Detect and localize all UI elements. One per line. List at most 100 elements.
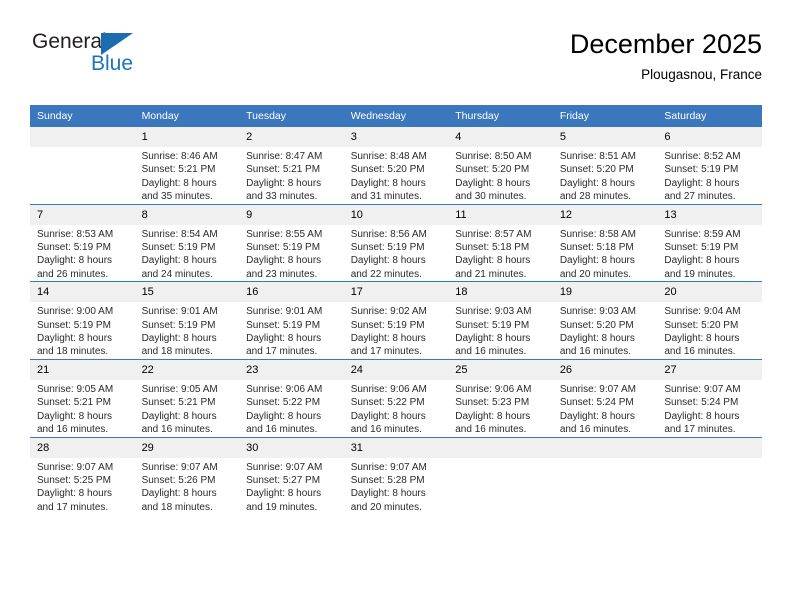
day-details: Sunrise: 9:05 AM Sunset: 5:21 PM Daylight:… xyxy=(135,380,240,437)
sunrise-text: Sunrise: 9:02 AM xyxy=(350,306,427,318)
calendar-day-cell[interactable]: 1 Sunrise: 8:46 AM Sunset: 5:21 PM Daylight… xyxy=(134,127,240,204)
day-number: 30 xyxy=(239,437,344,458)
calendar-day-cell[interactable]: 7 Sunrise: 8:53 AM Sunset: 5:19 PM Daylight… xyxy=(30,203,135,282)
calendar-day-cell[interactable]: 3 Sunrise: 8:48 AM Sunset: 5:20 PM Daylight… xyxy=(343,127,449,204)
calendar-day-cell[interactable]: 13 Sunrise: 8:59 AM Sunset: 5:19 PM Dayligh… xyxy=(657,203,762,282)
daylight-text: Daylight: 8 hours and 26 minutes. xyxy=(37,255,113,280)
day-number xyxy=(30,127,135,147)
calendar-day-cell[interactable]: 21 Sunrise: 9:05 AM Sunset: 5:21 PM Dayligh… xyxy=(30,358,135,437)
calendar-day-cell[interactable]: 4 Sunrise: 8:50 AM Sunset: 5:20 PM Daylight… xyxy=(448,127,553,204)
sunrise-text: Sunrise: 9:03 AM xyxy=(455,306,532,318)
daylight-text: Daylight: 8 hours and 35 minutes. xyxy=(141,177,217,203)
daylight-text: Daylight: 8 hours and 22 minutes. xyxy=(350,255,426,280)
day-details: Sunrise: 9:03 AM Sunset: 5:19 PM Daylight:… xyxy=(448,302,553,359)
calendar-day-cell[interactable]: 17 Sunrise: 9:02 AM Sunset: 5:19 PM Dayligh… xyxy=(343,281,449,360)
day-details: Sunrise: 8:52 AM Sunset: 5:19 PM Daylight:… xyxy=(657,147,762,204)
day-details: Sunrise: 8:50 AM Sunset: 5:20 PM Daylight:… xyxy=(448,147,553,204)
calendar-cell-empty xyxy=(448,436,553,515)
sunset-text: Sunset: 5:19 PM xyxy=(664,242,739,254)
day-number: 2 xyxy=(239,127,344,147)
daylight-text: Daylight: 8 hours and 27 minutes. xyxy=(664,177,740,203)
daylight-text: Daylight: 8 hours and 28 minutes. xyxy=(559,177,635,203)
brand-name-blue: Blue xyxy=(91,52,134,75)
sunset-text: Sunset: 5:21 PM xyxy=(246,164,321,176)
weekday-header-friday: Friday xyxy=(552,105,658,127)
brand-logo[interactable]: General Blue xyxy=(32,30,232,86)
daylight-text: Daylight: 8 hours and 17 minutes. xyxy=(350,333,426,358)
sunset-text: Sunset: 5:18 PM xyxy=(455,242,530,254)
calendar-day-cell[interactable]: 6 Sunrise: 8:52 AM Sunset: 5:19 PM Daylight… xyxy=(657,127,762,204)
weekday-header-saturday: Saturday xyxy=(657,105,762,127)
sunrise-text: Sunrise: 8:58 AM xyxy=(559,228,636,240)
day-number: 21 xyxy=(30,359,135,380)
title-block: December 2025 Plougasnou, France xyxy=(570,28,762,84)
sunset-text: Sunset: 5:20 PM xyxy=(664,319,739,331)
daylight-text: Daylight: 8 hours and 17 minutes. xyxy=(246,333,322,358)
calendar-day-cell[interactable]: 10 Sunrise: 8:56 AM Sunset: 5:19 PM Dayligh… xyxy=(343,203,449,282)
sunset-text: Sunset: 5:21 PM xyxy=(141,397,216,409)
sunset-text: Sunset: 5:19 PM xyxy=(141,319,216,331)
sunset-text: Sunset: 5:20 PM xyxy=(559,164,634,176)
daylight-text: Daylight: 8 hours and 33 minutes. xyxy=(246,177,322,203)
day-number: 9 xyxy=(239,204,344,225)
day-details: Sunrise: 9:03 AM Sunset: 5:20 PM Daylight:… xyxy=(553,302,658,359)
day-details: Sunrise: 9:04 AM Sunset: 5:20 PM Daylight:… xyxy=(657,302,762,359)
calendar-day-cell[interactable]: 8 Sunrise: 8:54 AM Sunset: 5:19 PM Daylight… xyxy=(134,203,240,282)
calendar-day-cell[interactable]: 11 Sunrise: 8:57 AM Sunset: 5:18 PM Dayligh… xyxy=(448,203,553,282)
calendar-day-cell[interactable]: 5 Sunrise: 8:51 AM Sunset: 5:20 PM Daylight… xyxy=(552,127,658,204)
day-number: 4 xyxy=(448,127,553,147)
day-details: Sunrise: 8:46 AM Sunset: 5:21 PM Daylight:… xyxy=(135,147,240,204)
calendar-day-cell[interactable]: 22 Sunrise: 9:05 AM Sunset: 5:21 PM Dayligh… xyxy=(134,358,240,437)
daylight-text: Daylight: 8 hours and 16 minutes. xyxy=(455,333,531,358)
sunrise-text: Sunrise: 9:05 AM xyxy=(37,383,114,395)
sunrise-text: Sunrise: 9:07 AM xyxy=(559,383,636,395)
day-number: 1 xyxy=(134,127,240,147)
calendar-day-cell[interactable]: 9 Sunrise: 8:55 AM Sunset: 5:19 PM Daylight… xyxy=(239,203,344,282)
calendar-day-cell[interactable]: 14 Sunrise: 9:00 AM Sunset: 5:19 PM Dayligh… xyxy=(30,281,135,360)
sunrise-text: Sunrise: 9:05 AM xyxy=(141,383,218,395)
calendar-body: 1 Sunrise: 8:46 AM Sunset: 5:21 PM Daylight… xyxy=(30,127,762,515)
calendar-day-cell[interactable]: 28 Sunrise: 9:07 AM Sunset: 5:25 PM Dayligh… xyxy=(30,436,135,515)
calendar-week-row: 7 Sunrise: 8:53 AM Sunset: 5:19 PM Daylight… xyxy=(30,203,762,282)
sunrise-text: Sunrise: 8:56 AM xyxy=(350,228,427,240)
day-details: Sunrise: 9:07 AM Sunset: 5:26 PM Daylight:… xyxy=(135,458,240,515)
calendar-day-cell[interactable]: 16 Sunrise: 9:01 AM Sunset: 5:19 PM Dayligh… xyxy=(239,281,344,360)
calendar-day-cell[interactable]: 31 Sunrise: 9:07 AM Sunset: 5:28 PM Dayligh… xyxy=(343,436,449,515)
sunrise-text: Sunrise: 8:51 AM xyxy=(559,151,636,162)
calendar-cell-empty xyxy=(30,127,135,204)
weekday-header-thursday: Thursday xyxy=(448,105,553,127)
sunset-text: Sunset: 5:20 PM xyxy=(455,164,530,176)
calendar-day-cell[interactable]: 30 Sunrise: 9:07 AM Sunset: 5:27 PM Dayligh… xyxy=(239,436,344,515)
calendar-day-cell[interactable]: 29 Sunrise: 9:07 AM Sunset: 5:26 PM Dayligh… xyxy=(134,436,240,515)
sunrise-text: Sunrise: 9:01 AM xyxy=(141,306,218,318)
day-number: 12 xyxy=(552,204,658,225)
daylight-text: Daylight: 8 hours and 23 minutes. xyxy=(246,255,322,280)
sunrise-text: Sunrise: 8:54 AM xyxy=(141,228,218,240)
day-number: 24 xyxy=(343,359,449,380)
day-number xyxy=(448,437,553,458)
calendar-day-cell[interactable]: 26 Sunrise: 9:07 AM Sunset: 5:24 PM Dayligh… xyxy=(552,358,658,437)
calendar-day-cell[interactable]: 2 Sunrise: 8:47 AM Sunset: 5:21 PM Daylight… xyxy=(239,127,344,204)
calendar-week-row: 14 Sunrise: 9:00 AM Sunset: 5:19 PM Dayligh… xyxy=(30,281,762,360)
calendar-day-cell[interactable]: 23 Sunrise: 9:06 AM Sunset: 5:22 PM Dayligh… xyxy=(239,358,344,437)
sunset-text: Sunset: 5:19 PM xyxy=(246,242,321,254)
calendar-cell-empty xyxy=(552,436,658,515)
day-number: 17 xyxy=(343,282,449,303)
calendar-day-cell[interactable]: 20 Sunrise: 9:04 AM Sunset: 5:20 PM Dayligh… xyxy=(657,281,762,360)
sunset-text: Sunset: 5:23 PM xyxy=(455,397,530,409)
weekday-header-tuesday: Tuesday xyxy=(239,105,344,127)
calendar-day-cell[interactable]: 24 Sunrise: 9:06 AM Sunset: 5:22 PM Dayligh… xyxy=(343,358,449,437)
page-header: General Blue December 2025 Plougasnou, F… xyxy=(30,28,762,90)
sunrise-text: Sunrise: 8:52 AM xyxy=(664,151,741,162)
location-label: Plougasnou, France xyxy=(641,67,762,82)
daylight-text: Daylight: 8 hours and 16 minutes. xyxy=(559,333,635,358)
day-details: Sunrise: 9:07 AM Sunset: 5:27 PM Daylight:… xyxy=(239,458,344,515)
sunrise-text: Sunrise: 8:53 AM xyxy=(37,228,114,240)
calendar-day-cell[interactable]: 15 Sunrise: 9:01 AM Sunset: 5:19 PM Dayligh… xyxy=(134,281,240,360)
calendar-day-cell[interactable]: 25 Sunrise: 9:06 AM Sunset: 5:23 PM Dayligh… xyxy=(448,358,553,437)
calendar-day-cell[interactable]: 27 Sunrise: 9:07 AM Sunset: 5:24 PM Dayligh… xyxy=(657,358,762,437)
calendar-day-cell[interactable]: 19 Sunrise: 9:03 AM Sunset: 5:20 PM Dayligh… xyxy=(552,281,658,360)
calendar-day-cell[interactable]: 18 Sunrise: 9:03 AM Sunset: 5:19 PM Dayligh… xyxy=(448,281,553,360)
calendar-day-cell[interactable]: 12 Sunrise: 8:58 AM Sunset: 5:18 PM Dayligh… xyxy=(552,203,658,282)
sunrise-text: Sunrise: 9:00 AM xyxy=(37,306,114,318)
